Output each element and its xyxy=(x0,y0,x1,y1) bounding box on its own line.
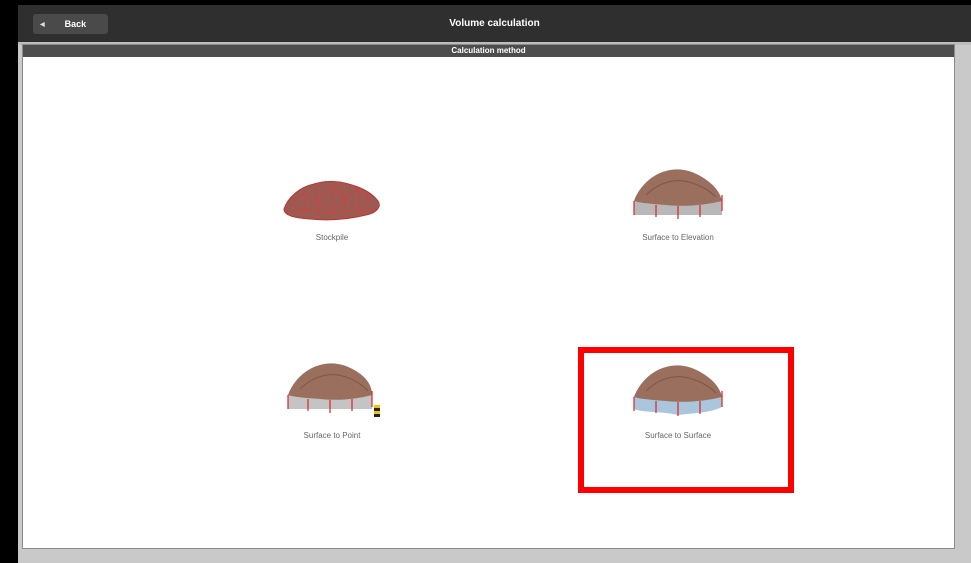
selection-highlight-box xyxy=(578,347,794,493)
surface-to-point-icon xyxy=(287,363,380,417)
option-stockpile[interactable]: Stockpile xyxy=(232,175,432,242)
back-arrow-icon: ◀ xyxy=(40,21,45,28)
back-button[interactable]: ◀ Back xyxy=(33,14,108,34)
surface-to-elevation-icon xyxy=(633,169,723,219)
page-title: Volume calculation xyxy=(449,18,540,29)
back-label: Back xyxy=(64,19,87,29)
stockpile-mesh-icon xyxy=(283,180,380,221)
option-label: Surface to Point xyxy=(303,431,361,440)
option-label: Surface to Elevation xyxy=(642,233,714,242)
option-surface-to-elevation[interactable]: Surface to Elevation xyxy=(578,165,778,242)
top-bar: Volume calculation ◀ Back xyxy=(18,5,971,42)
calculation-method-panel: Calculation method xyxy=(22,44,955,549)
option-label: Stockpile xyxy=(315,233,349,242)
option-surface-to-point[interactable]: Surface to Point xyxy=(232,361,432,440)
panel-title: Calculation method xyxy=(23,45,954,57)
